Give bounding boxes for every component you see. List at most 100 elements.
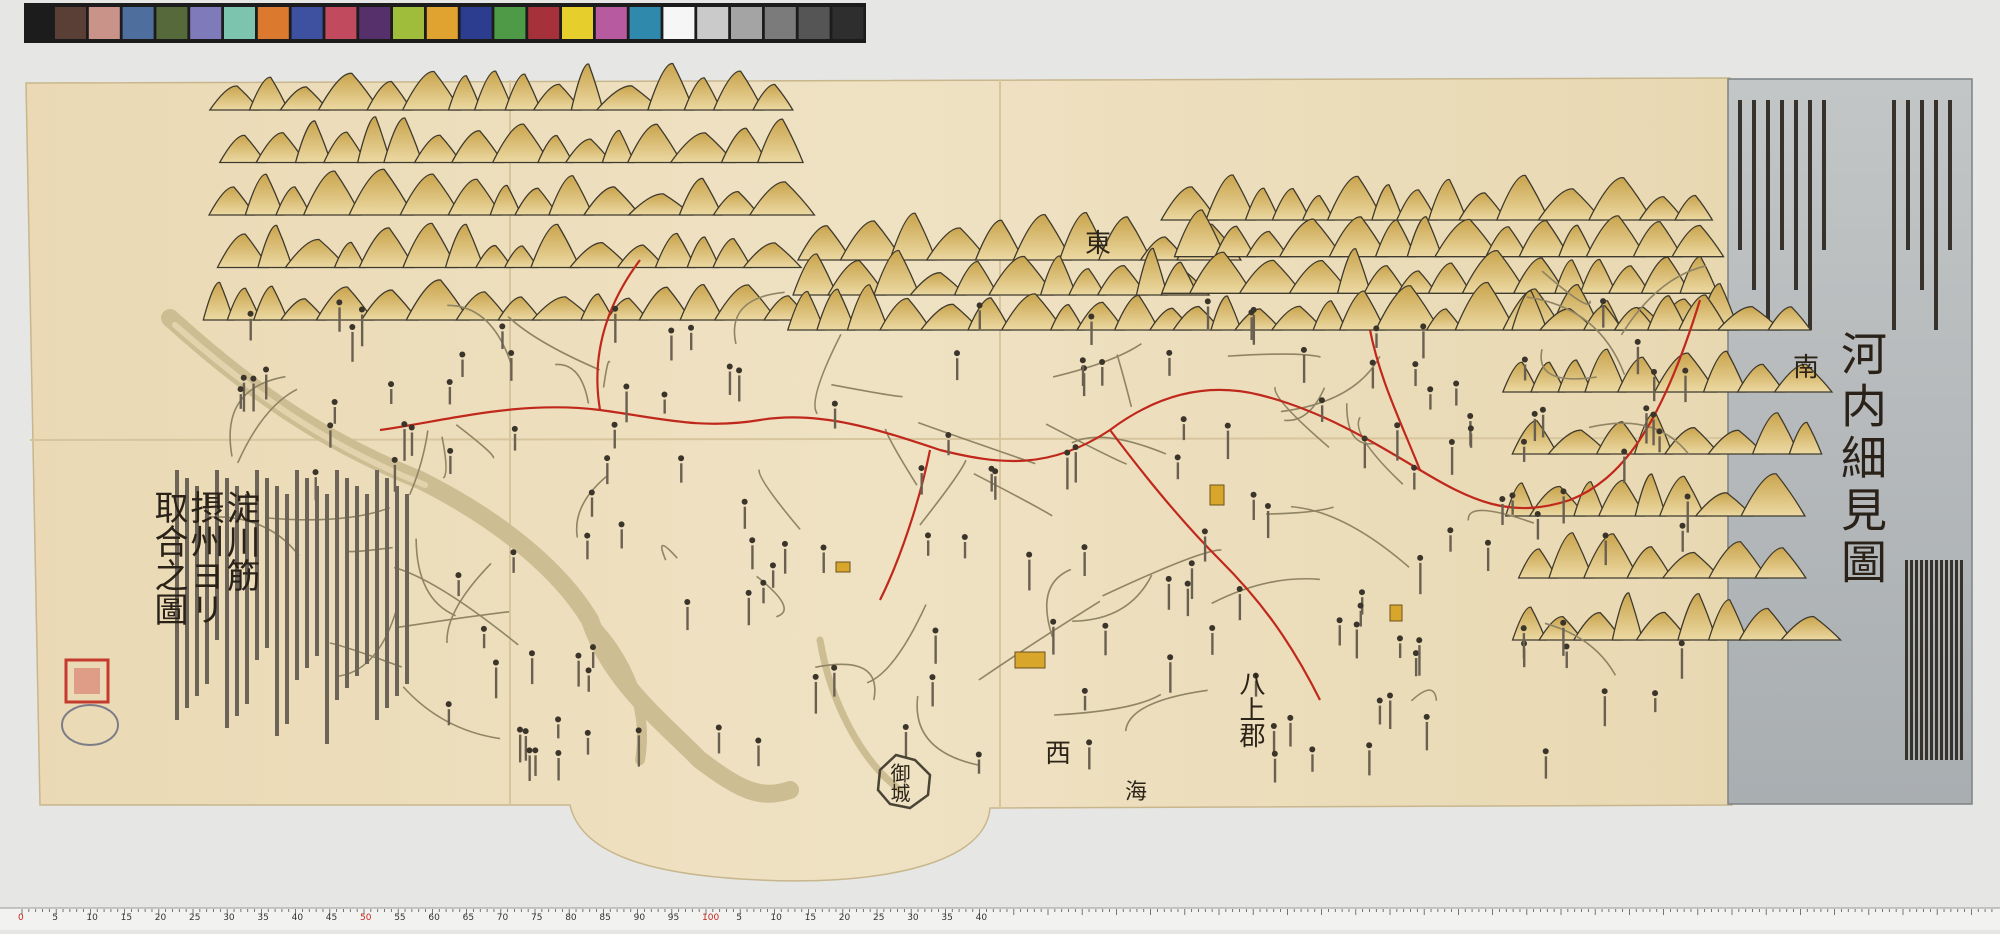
village-dot — [1560, 488, 1567, 495]
village-name-mark — [1523, 364, 1527, 381]
village-name-mark — [625, 391, 628, 423]
village-name-mark — [403, 429, 406, 461]
village-name-mark — [1176, 462, 1180, 480]
village-dot — [1634, 338, 1641, 345]
village-dot — [1684, 493, 1691, 500]
village-dot — [1224, 422, 1231, 429]
village-name-mark — [1636, 346, 1640, 375]
color-swatch — [764, 7, 796, 39]
village-dot — [401, 421, 408, 428]
village-dot — [584, 729, 591, 736]
village-name-mark — [1272, 730, 1276, 754]
panel-text-column — [1892, 100, 1896, 330]
village-dot — [499, 323, 506, 330]
village-dot — [555, 750, 562, 757]
village-name-mark — [680, 463, 683, 483]
color-swatch — [393, 7, 424, 39]
village-dot — [1601, 688, 1608, 695]
panel-text-column — [1752, 100, 1756, 290]
village-name-mark — [1414, 369, 1417, 387]
village-dot — [1423, 713, 1430, 720]
village-name-mark — [1602, 306, 1605, 328]
village-dot — [929, 674, 936, 681]
ruler-number: 40 — [975, 913, 988, 923]
panel-text-column — [1948, 100, 1952, 250]
village-name-mark — [534, 755, 537, 776]
village-name-mark — [1250, 317, 1253, 341]
village-name-mark — [920, 473, 923, 495]
village-name-mark — [833, 408, 837, 429]
village-name-mark — [1320, 405, 1324, 422]
village-dot — [1520, 625, 1527, 632]
village-dot — [1531, 410, 1538, 417]
village-name-mark — [1167, 583, 1171, 610]
village-name-mark — [530, 658, 534, 685]
color-swatch — [88, 7, 120, 39]
village-dot — [1064, 449, 1071, 456]
village-dot — [924, 532, 931, 539]
panel-text-column — [1822, 100, 1826, 250]
village-name-mark — [1429, 394, 1432, 410]
village-name-mark — [663, 399, 666, 414]
village-name-mark — [1533, 418, 1537, 442]
village-dot — [678, 455, 685, 462]
text-column — [375, 470, 379, 720]
inset-caption-line: 摂州ヨリ — [184, 490, 224, 626]
village-dot — [1248, 309, 1255, 316]
village-name-mark — [1355, 629, 1359, 659]
village-dot — [1602, 532, 1609, 539]
village-dot — [961, 533, 968, 540]
village-name-mark — [1226, 430, 1230, 460]
village-dot — [1357, 602, 1364, 609]
village-name-mark — [620, 529, 623, 549]
village-name-mark — [242, 382, 246, 412]
village-dot — [1679, 522, 1686, 529]
village-dot — [1165, 575, 1172, 582]
village-name-mark — [1604, 540, 1607, 566]
panel-text-column — [1934, 100, 1938, 330]
text-column — [325, 494, 329, 744]
village-name-mark — [1544, 756, 1548, 779]
direction-west-label: 西 — [1045, 739, 1072, 769]
village-dot — [635, 727, 642, 734]
village-dot — [1542, 748, 1549, 755]
village-name-mark — [1501, 503, 1504, 525]
village-dot — [575, 652, 582, 659]
village-name-mark — [447, 709, 451, 726]
village-name-mark — [947, 440, 950, 456]
village-name-mark — [1522, 446, 1526, 462]
panel-text-column — [1945, 560, 1948, 760]
village-name-mark — [1289, 722, 1292, 747]
village-dot — [1086, 739, 1093, 746]
village-name-mark — [822, 552, 825, 574]
village-name-mark — [1104, 630, 1107, 656]
village-name-mark — [1684, 375, 1687, 403]
village-dot — [726, 363, 733, 370]
color-swatch — [697, 7, 729, 39]
village-dot — [831, 664, 838, 671]
village-name-mark — [1522, 633, 1526, 659]
inset-caption-line: 取合之圖 — [148, 490, 188, 626]
village-name-mark — [587, 675, 590, 692]
village-dot — [1499, 495, 1506, 502]
village-name-mark — [1623, 456, 1626, 484]
village-name-mark — [994, 476, 997, 500]
village-dot — [1369, 359, 1376, 366]
village-dot — [1394, 422, 1401, 429]
village-name-mark — [747, 597, 751, 626]
village-name-mark — [833, 672, 836, 697]
village-name-mark — [904, 731, 908, 758]
village-dot — [1166, 349, 1173, 356]
village-dot — [612, 305, 619, 312]
village-dot — [1188, 560, 1195, 567]
village-name-mark — [1658, 436, 1661, 453]
village-name-mark — [1311, 754, 1314, 772]
panel-text-column — [1960, 560, 1963, 760]
village-name-mark — [338, 307, 341, 332]
village-dot — [769, 562, 776, 569]
village-dot — [1174, 454, 1181, 461]
village-name-mark — [590, 497, 594, 517]
ruler-number: 70 — [496, 913, 509, 923]
village-name-mark — [926, 540, 930, 556]
village-dot — [388, 381, 395, 388]
